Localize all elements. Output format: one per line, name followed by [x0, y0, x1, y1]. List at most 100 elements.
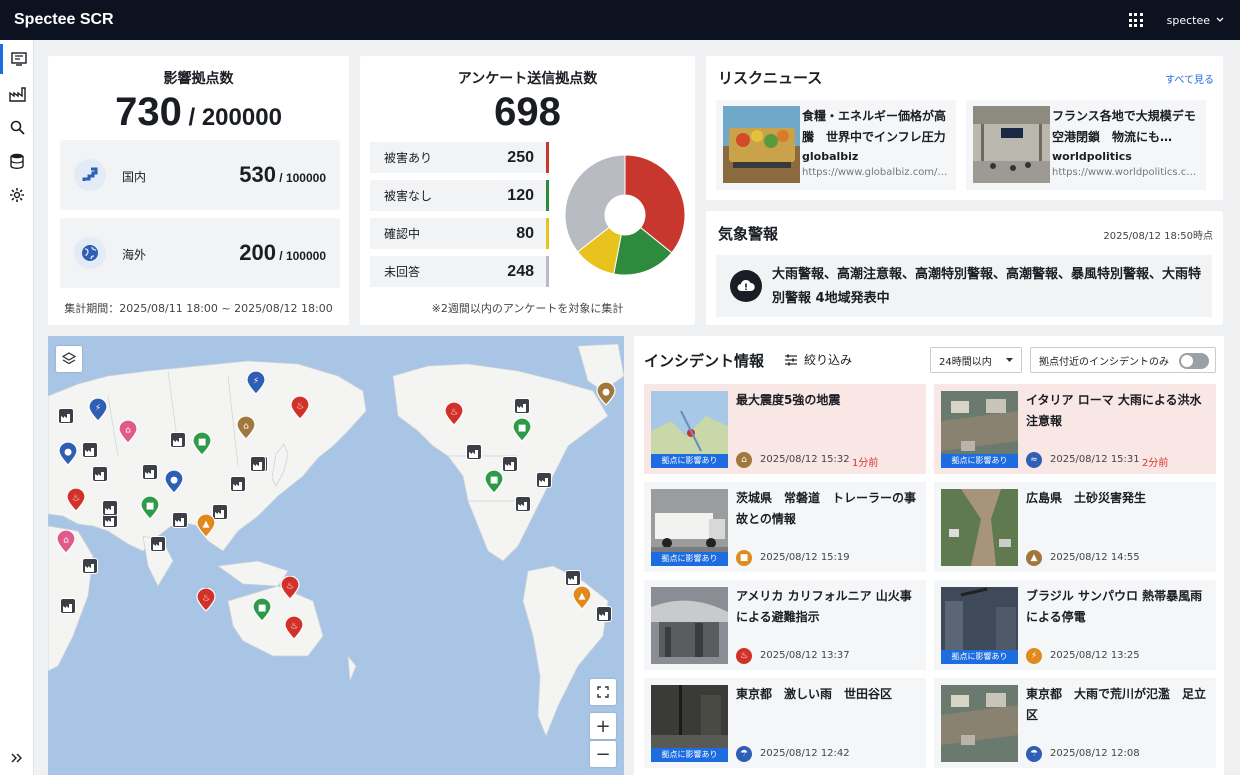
- sidebar-expand-button[interactable]: [0, 743, 34, 773]
- accident-marker[interactable]: ■: [484, 469, 504, 494]
- svg-text:■: ■: [258, 604, 267, 614]
- incident-map[interactable]: ⚡ ♨ ⚡ ⌂ ■ ⌂ ● ● ♨ ■ ▲ ⌂ ♨ ■ ■ ● ♨ ♨ ■ ♨ ▲ + −: [48, 336, 624, 775]
- fire-marker[interactable]: ♨: [444, 401, 464, 426]
- survey-row-color-bar: [546, 142, 549, 173]
- nearby-only-filter[interactable]: 拠点付近のインシデントのみ: [1030, 347, 1216, 373]
- sidebar-item-database[interactable]: [0, 146, 34, 176]
- fullscreen-button[interactable]: [590, 679, 616, 705]
- incident-ago: 1分前: [852, 458, 879, 469]
- facility-marker[interactable]: [565, 570, 581, 586]
- caret-down-icon: [1006, 358, 1013, 362]
- top-bar: Spectee SCR spectee: [0, 0, 1240, 40]
- incident-card[interactable]: 拠点に影響あり イタリア ローマ 大雨による洪水注意報 ≈2025/08/12 15…: [934, 384, 1216, 474]
- house-damage-marker[interactable]: ⌂: [118, 419, 138, 444]
- facility-marker[interactable]: [170, 432, 186, 448]
- facility-marker[interactable]: [596, 606, 612, 622]
- search-icon: [10, 120, 25, 135]
- see-all-link[interactable]: すべて見る: [1165, 71, 1214, 86]
- facility-marker[interactable]: [142, 464, 158, 480]
- impact-count: 730 / 200000: [48, 90, 349, 135]
- power-outage-marker[interactable]: ⚡: [88, 397, 108, 422]
- weather-timestamp: 2025/08/12 18:50時点: [1103, 231, 1213, 242]
- incident-card[interactable]: 拠点に影響あり 茨城県 常磐道 トレーラーの事故との情報 ■ 2025/08/12 1…: [644, 482, 926, 572]
- outage-marker[interactable]: ▲: [572, 585, 592, 610]
- incident-thumbnail: 拠点に影響あり: [941, 587, 1018, 664]
- news-item[interactable]: フランス各地で大規模デモ 空港閉鎖 物流にも… worldpolitics ht…: [966, 100, 1208, 190]
- incident-card[interactable]: 拠点に影響あり 最大震度5強の地震 ⌂ 2025/08/12 15:32 1分前: [644, 384, 926, 474]
- facility-marker[interactable]: [58, 408, 74, 424]
- facility-marker[interactable]: [150, 536, 166, 552]
- facility-marker[interactable]: [60, 598, 76, 614]
- svg-text:♨: ♨: [450, 408, 458, 418]
- layers-button[interactable]: [56, 346, 82, 372]
- impact-overseas[interactable]: 海外 200 / 100000: [60, 218, 340, 288]
- power-outage-marker[interactable]: ⚡: [246, 370, 266, 395]
- accident-marker[interactable]: ■: [192, 431, 212, 456]
- overseas-label: 海外: [122, 248, 147, 262]
- facility-marker[interactable]: [250, 456, 266, 472]
- sidebar-item-dashboard[interactable]: [0, 44, 34, 74]
- facility-marker[interactable]: [230, 476, 246, 492]
- time-range-select[interactable]: 24時間以内: [930, 347, 1022, 373]
- fire-marker[interactable]: ♨: [284, 615, 304, 640]
- incident-card[interactable]: 拠点に影響あり ブラジル サンパウロ 熱帯暴風雨による停電 ⚡ 2025/08/12 …: [934, 580, 1216, 670]
- house-damage-marker[interactable]: ⌂: [56, 529, 76, 554]
- user-menu[interactable]: spectee: [1167, 14, 1224, 27]
- app-logo[interactable]: Spectee SCR: [14, 11, 114, 29]
- impact-domestic[interactable]: 国内 530 / 100000: [60, 140, 340, 210]
- fire-marker[interactable]: ♨: [290, 395, 310, 420]
- nearby-only-toggle[interactable]: [1179, 353, 1209, 369]
- news-url: https://www.globalbiz.com/news/inflation: [802, 167, 950, 178]
- incident-card[interactable]: 東京都 大雨で荒川が氾濫 足立区 ☂ 2025/08/12 12:08: [934, 678, 1216, 768]
- facility-marker[interactable]: [102, 500, 118, 516]
- filter-label: 絞り込み: [804, 353, 853, 367]
- landslide-marker[interactable]: ●: [596, 381, 616, 406]
- facility-marker[interactable]: [502, 456, 518, 472]
- incident-card[interactable]: 拠点に影響あり 東京都 激しい雨 世田谷区 ☂ 2025/08/12 12:42: [644, 678, 926, 768]
- incident-time: 2025/08/12 12:42: [760, 748, 850, 759]
- incident-time: 2025/08/12 15:31: [1050, 454, 1140, 465]
- svg-text:▲: ▲: [579, 592, 586, 602]
- domestic-label: 国内: [122, 170, 147, 184]
- weather-alert[interactable]: 大雨警報、高潮注意報、高潮特別警報、高潮警報、暴風特別警報、大雨特別警報 4地域…: [716, 255, 1212, 317]
- incident-panel: インシデント情報 絞り込み 24時間以内 拠点付近のインシデントのみ 拠点に影響…: [634, 336, 1224, 775]
- incident-card[interactable]: 広島県 土砂災害発生 ▲ 2025/08/12 14:55: [934, 482, 1216, 572]
- double-chevron-right-icon: [11, 753, 22, 763]
- sidebar-item-search[interactable]: [0, 112, 34, 142]
- survey-row[interactable]: 未回答 248: [370, 256, 546, 287]
- survey-row-label: 確認中: [384, 227, 421, 241]
- facility-marker[interactable]: [82, 558, 98, 574]
- incident-card[interactable]: アメリカ カリフォルニア 山火事による避難指示 ♨ 2025/08/12 13:37: [644, 580, 926, 670]
- facility-marker[interactable]: [92, 466, 108, 482]
- facility-marker[interactable]: [172, 512, 188, 528]
- fire-marker[interactable]: ♨: [280, 575, 300, 600]
- accident-marker[interactable]: ■: [140, 495, 160, 520]
- sidebar-item-settings[interactable]: [0, 180, 34, 210]
- fire-marker[interactable]: ♨: [196, 587, 216, 612]
- apps-grid-icon[interactable]: [1128, 13, 1143, 27]
- facility-marker[interactable]: [536, 472, 552, 488]
- zoom-out-button[interactable]: −: [590, 741, 616, 767]
- flood-marker[interactable]: ●: [58, 441, 78, 466]
- survey-row[interactable]: 被害なし 120: [370, 180, 546, 211]
- exclamation-cloud-icon: [730, 270, 762, 302]
- facility-marker[interactable]: [82, 442, 98, 458]
- survey-row[interactable]: 被害あり 250: [370, 142, 546, 173]
- filter-button[interactable]: 絞り込み: [784, 351, 852, 368]
- accident-marker[interactable]: ■: [512, 417, 532, 442]
- fire-marker[interactable]: ♨: [66, 487, 86, 512]
- svg-text:●: ●: [170, 476, 178, 486]
- outage-marker[interactable]: ▲: [196, 513, 216, 538]
- zoom-in-button[interactable]: +: [590, 713, 616, 739]
- news-item[interactable]: 食糧・エネルギー価格が高騰 世界中でインフレ圧力 globalbiz https…: [716, 100, 956, 190]
- facility-marker[interactable]: [466, 444, 482, 460]
- sidebar-item-facilities[interactable]: [0, 79, 34, 109]
- flood-marker[interactable]: ●: [164, 469, 184, 494]
- accident-marker[interactable]: ■: [252, 597, 272, 622]
- facility-marker[interactable]: [514, 398, 530, 414]
- risk-news-title: リスクニュース: [718, 69, 823, 87]
- facility-marker[interactable]: [515, 496, 531, 512]
- house-marker[interactable]: ⌂: [236, 415, 256, 440]
- svg-text:⌂: ⌂: [63, 536, 69, 546]
- survey-row[interactable]: 確認中 80: [370, 218, 546, 249]
